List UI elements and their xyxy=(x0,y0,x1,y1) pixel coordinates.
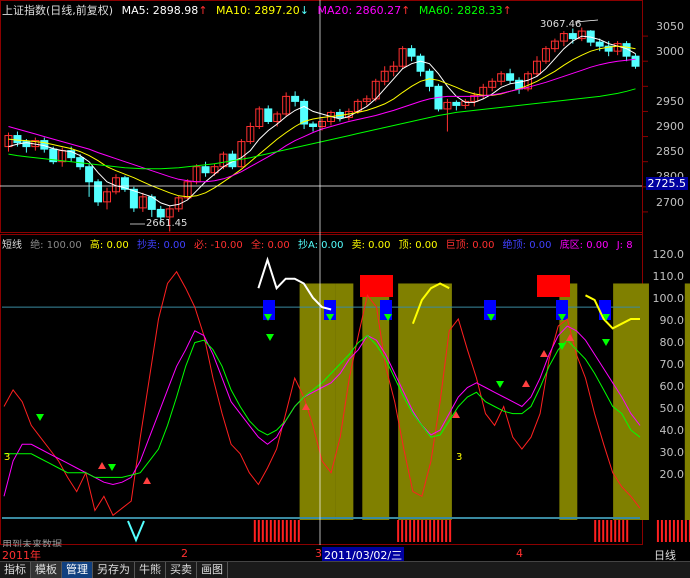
ind-axis-tick: 20.0 xyxy=(659,468,685,481)
ind-axis-tick: 70.0 xyxy=(659,358,685,371)
ind-axis-tick: 50.0 xyxy=(659,402,685,415)
tab-indicator[interactable]: 指标 xyxy=(0,562,31,578)
ma60-value: MA60: 2828.33 xyxy=(418,4,503,17)
date-month-2: 2 xyxy=(181,547,188,560)
main-axis-tick: 2850 xyxy=(656,145,684,158)
ma60-arrow-icon: ↑ xyxy=(502,4,512,17)
tab-bull-bear[interactable]: 牛熊 xyxy=(135,562,166,578)
main-header: 上证指数(日线,前复权) MA5: 2898.98↑ MA10: 2897.20… xyxy=(2,2,517,18)
cyan-v-marker xyxy=(127,520,145,543)
ind-axis-tick: 100.0 xyxy=(652,292,685,305)
candle-down xyxy=(85,166,94,183)
ind-juedi: 绝顶: 0.00 xyxy=(502,240,552,251)
candle-down xyxy=(416,55,425,72)
tab-buy-sell[interactable]: 买卖 xyxy=(166,562,197,578)
ind-axis-tick: 40.0 xyxy=(659,424,685,437)
red-up-arrow-icon xyxy=(98,462,106,469)
ind-jue: 绝: 100.00 xyxy=(30,240,82,251)
ma5-arrow-icon: ↑ xyxy=(198,4,208,17)
candle-down xyxy=(595,41,604,47)
ind-axis-tick: 60.0 xyxy=(659,380,685,393)
main-axis-tick: 3000 xyxy=(656,45,684,58)
signal-band xyxy=(684,283,690,520)
tab-manage[interactable]: 管理 xyxy=(62,562,93,578)
ind-chaoa: 抄A: 0.00 xyxy=(297,240,344,251)
ma20-value: MA20: 2860.27 xyxy=(317,4,402,17)
ind-axis-tick: 30.0 xyxy=(659,446,685,459)
candle-down xyxy=(452,101,461,106)
ind-marker-left: 3 xyxy=(4,452,11,463)
green-down-arrow-icon xyxy=(36,414,44,421)
chart-canvas[interactable] xyxy=(0,0,690,577)
ma10-arrow-icon: ↓ xyxy=(299,4,309,17)
tab-template[interactable]: 模板 xyxy=(31,562,62,578)
ind-ding: 顶: 0.00 xyxy=(398,240,438,251)
candle-down xyxy=(309,123,318,128)
indicator-header: 短线 绝: 100.00 高: 0.00 抄卖: 0.00 必: -10.00 … xyxy=(2,236,638,251)
ind-chaomai: 抄卖: 0.00 xyxy=(136,240,186,251)
candle-down xyxy=(201,166,210,174)
green-down-arrow-icon xyxy=(108,464,116,471)
ma20-arrow-icon: ↑ xyxy=(401,4,411,17)
green-down-arrow-icon xyxy=(496,381,504,388)
ind-axis-tick: 120.0 xyxy=(652,248,685,261)
green-down-arrow-icon xyxy=(266,334,274,341)
red-up-arrow-icon xyxy=(143,477,151,484)
tab-save-as[interactable]: 另存为 xyxy=(93,562,135,578)
green-down-arrow-icon xyxy=(602,339,610,346)
candle-down xyxy=(407,48,416,57)
ma5-value: MA5: 2898.98 xyxy=(121,4,199,17)
candle-down xyxy=(506,73,515,81)
ma10-value: MA10: 2897.20 xyxy=(216,4,300,17)
main-axis-tick: 3050 xyxy=(656,20,684,33)
candle-down xyxy=(291,95,300,102)
date-axis: 2011年 2 3 2011/03/02/三 4 日线 xyxy=(0,547,690,563)
low-price-label: 2661.45 xyxy=(146,218,188,229)
ind-bi: 必: -10.00 xyxy=(193,240,243,251)
ind-mai: 卖: 0.00 xyxy=(351,240,391,251)
ind-diqu: 底区: 0.00 xyxy=(559,240,609,251)
candle-down xyxy=(13,135,22,144)
ind-j: J: 8 xyxy=(616,240,633,251)
signal-band xyxy=(335,283,354,520)
red-box xyxy=(537,275,570,297)
red-up-arrow-icon xyxy=(540,350,548,357)
main-title: 上证指数(日线,前复权) xyxy=(2,4,114,17)
ind-quan: 全: 0.00 xyxy=(250,240,290,251)
candle-down xyxy=(568,33,577,40)
ind-juding: 巨顶: 0.00 xyxy=(445,240,495,251)
ind-axis-tick: 110.0 xyxy=(652,270,685,283)
red-up-arrow-icon xyxy=(522,380,530,387)
main-axis-tick: 2950 xyxy=(656,95,684,108)
ind-gao: 高: 0.00 xyxy=(89,240,129,251)
candle-down xyxy=(631,55,640,67)
bottom-toolbar: 指标 模板 管理 另存为 牛熊 买卖 画图 xyxy=(0,561,690,578)
indicator-name: 短线 xyxy=(2,240,22,251)
candle-down xyxy=(94,181,103,203)
date-month-3: 3 xyxy=(315,547,322,560)
main-axis-tick: 2900 xyxy=(656,120,684,133)
red-box xyxy=(360,275,393,297)
main-axis-tick: 2700 xyxy=(656,196,684,209)
high-price-label: 3067.46 xyxy=(540,19,582,30)
tab-draw[interactable]: 画图 xyxy=(197,562,228,578)
ind-axis-tick: 80.0 xyxy=(659,336,685,349)
ind-marker-mid: 3 xyxy=(456,452,463,463)
crosshair-value-badge: 2725.5 xyxy=(645,177,688,190)
ind-axis-tick: 90.0 xyxy=(659,314,685,327)
date-month-4: 4 xyxy=(516,547,523,560)
candle-down xyxy=(264,108,273,122)
candle-down xyxy=(156,208,165,218)
